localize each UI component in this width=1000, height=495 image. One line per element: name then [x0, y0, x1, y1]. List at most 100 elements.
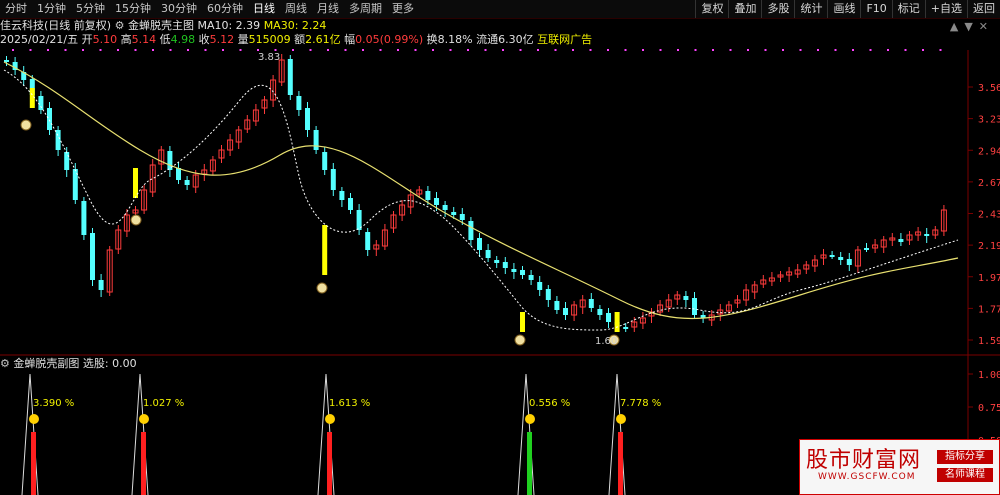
marker-dot	[834, 49, 837, 51]
price-axis-label: 1.77	[978, 304, 1000, 315]
marker-dot	[64, 49, 67, 51]
candle-body	[520, 270, 525, 275]
signal-bar	[31, 432, 36, 495]
marker-dot	[712, 49, 714, 51]
marker-dot	[414, 49, 417, 51]
marker-dot	[309, 49, 312, 51]
watermark-tag-share: 指标分享	[937, 450, 993, 464]
marker-dot	[432, 49, 434, 51]
marker-dot	[292, 49, 294, 51]
candle-body	[47, 108, 52, 130]
marker-dot	[344, 49, 347, 51]
candle-body	[494, 260, 500, 263]
marker-dot	[379, 49, 382, 51]
money-bag-icon	[514, 334, 526, 346]
marker-dot	[239, 49, 242, 51]
candle-body	[511, 269, 517, 272]
marker-dot	[99, 49, 102, 51]
candle-body	[4, 60, 9, 62]
candle-body	[537, 282, 543, 290]
smiley-icon	[325, 414, 335, 424]
candle-body	[864, 248, 869, 250]
candle-body	[330, 169, 336, 190]
price-axis-label: 1.97	[978, 273, 1000, 284]
watermark-url: WWW.GSCFW.COM	[818, 472, 916, 482]
candle-body	[313, 130, 319, 150]
candle-body	[184, 180, 190, 185]
marker-dot	[677, 49, 679, 51]
candle-body	[365, 232, 371, 250]
candle-body	[606, 313, 611, 322]
smiley-icon	[525, 414, 535, 424]
marker-dot	[869, 49, 872, 51]
marker-dot	[537, 49, 539, 51]
signal-candle	[322, 225, 328, 275]
marker-dot	[554, 49, 557, 51]
price-axis-label: 2.67	[978, 178, 1000, 189]
candle-body	[459, 214, 465, 220]
money-bag-icon	[130, 214, 142, 226]
marker-dot	[519, 49, 522, 51]
marker-dot	[817, 49, 819, 51]
signal-bar	[618, 432, 623, 495]
marker-dot	[624, 49, 627, 51]
candle-body	[90, 233, 95, 280]
marker-dot	[449, 49, 452, 51]
price-axis-label: 1.59	[978, 336, 1000, 347]
signal-label: 1.613 %	[329, 398, 370, 409]
candle-body	[846, 259, 852, 265]
candle-body	[38, 96, 44, 110]
marker-dot	[274, 49, 277, 51]
candlestick-chart[interactable]: 3.56 3.23 2.94 2.67 2.43 2.19 1.97 1.77 1.59 1.00…	[0, 0, 1000, 495]
smiley-icon	[29, 414, 39, 424]
price-axis-label: 3.23	[978, 115, 1000, 126]
marker-dot	[82, 49, 84, 51]
smiley-icon	[616, 414, 626, 424]
signal-candle	[520, 312, 525, 332]
candle-body	[434, 198, 439, 205]
marker-dot	[572, 49, 574, 51]
marker-dot	[922, 49, 924, 51]
watermark-tag-course: 名师课程	[937, 468, 993, 482]
candle-body	[545, 289, 551, 300]
signal-bar	[141, 432, 146, 495]
candle-body	[98, 280, 104, 290]
candle-body	[64, 152, 70, 170]
watermark-title: 股市财富网	[806, 448, 922, 473]
candle-body	[829, 255, 835, 257]
candle-body	[425, 191, 431, 200]
candle-body	[477, 238, 482, 250]
marker-dot	[117, 49, 119, 51]
price-axis-label: 2.43	[978, 210, 1000, 221]
marker-dot	[659, 49, 662, 51]
sub-axis-label: 1.00	[978, 370, 1000, 381]
candle-body	[296, 96, 302, 110]
marker-dot	[397, 49, 399, 51]
candle-body	[322, 152, 328, 170]
candle-body	[683, 296, 689, 300]
signal-label: 0.556 %	[529, 398, 570, 409]
marker-dot	[799, 49, 802, 51]
marker-dot	[589, 49, 592, 51]
marker-dot	[204, 49, 207, 51]
marker-dot	[327, 49, 329, 51]
signal-bar	[527, 432, 532, 495]
marker-dot	[169, 49, 172, 51]
sub-axis-label: 0.75	[978, 403, 1000, 414]
candle-body	[838, 257, 844, 260]
candle-body	[348, 198, 353, 210]
watermark-logo: 股市财富网 WWW.GSCFW.COM 指标分享 名师课程	[799, 439, 1000, 495]
money-bag-icon	[20, 119, 32, 131]
marker-dot	[222, 49, 224, 51]
signal-label: 3.390 %	[33, 398, 74, 409]
candle-body	[528, 275, 534, 280]
price-axis-label: 2.94	[978, 146, 1000, 157]
marker-dot	[642, 49, 644, 51]
signal-candle	[614, 312, 620, 332]
marker-dot	[729, 49, 732, 51]
candle-body	[485, 250, 491, 258]
candle-body	[176, 168, 181, 180]
low-annotation: 1.60	[595, 336, 617, 347]
marker-dot	[362, 49, 364, 51]
marker-dot	[694, 49, 697, 51]
